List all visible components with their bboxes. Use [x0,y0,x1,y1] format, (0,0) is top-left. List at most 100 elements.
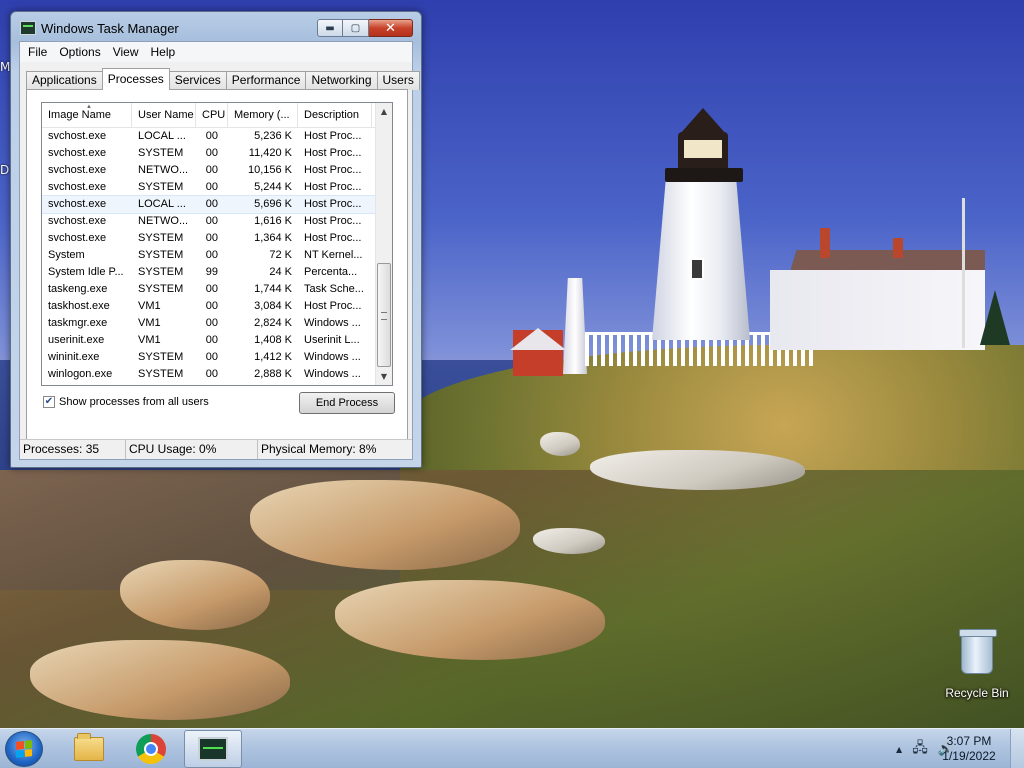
column-image-name[interactable]: ▲ Image Name [42,103,132,127]
menu-view[interactable]: View [107,45,145,59]
cell-user-name: SYSTEM [138,368,184,380]
column-cpu[interactable]: CPU [196,103,228,127]
cell-user-name: LOCAL ... [138,198,186,210]
table-row[interactable]: svchost.exe SYSTEM 00 5,244 K Host Proc... [42,179,392,196]
folder-icon [74,733,104,761]
show-all-users-checkbox[interactable]: ✔ [43,396,55,408]
start-button[interactable] [5,731,43,767]
cell-cpu: 00 [205,317,218,329]
show-hidden-icons-icon[interactable]: ▲ [896,745,902,754]
cell-cpu: 00 [205,181,218,193]
table-row[interactable]: svchost.exe LOCAL ... 00 5,236 K Host Proc..… [42,128,392,145]
cell-user-name: VM1 [138,334,161,346]
vertical-scrollbar[interactable]: ▲ ▼ [375,103,392,385]
recycle-bin-shortcut[interactable]: Recycle Bin [940,629,1014,702]
table-row[interactable]: svchost.exe SYSTEM 00 1,364 K Host Proc... [42,230,392,247]
tab-networking[interactable]: Networking [305,71,378,90]
tab-applications[interactable]: Applications [26,71,103,90]
tab-processes[interactable]: Processes [101,68,170,90]
cell-memory: 5,696 K [254,198,292,210]
table-row[interactable]: svchost.exe LOCAL ... 00 5,696 K Host Proc..… [42,195,392,214]
menu-bar: File Options View Help [20,42,412,62]
sort-ascending-icon: ▲ [86,104,92,110]
process-list-body: svchost.exe LOCAL ... 00 5,236 K Host Proc..… [42,128,392,383]
taskbar-chrome-button[interactable] [122,730,180,768]
cell-memory: 24 K [269,266,292,278]
table-row[interactable]: svchost.exe NETWO... 00 10,156 K Host Proc..… [42,162,392,179]
cell-user-name: NETWO... [138,164,189,176]
flag-quadrant [16,749,24,758]
close-button[interactable]: ✕ [369,19,413,37]
cell-memory: 5,244 K [254,181,292,193]
wallpaper-lighthouse-cap [680,108,726,134]
taskbar: ▲ 🖧 🔊 3:07 PM 1/19/2022 [0,728,1024,768]
network-icon[interactable]: 🖧 [912,737,928,761]
clock-date: 1/19/2022 [942,749,996,763]
cell-user-name: LOCAL ... [138,130,186,142]
table-row[interactable]: taskmgr.exe VM1 00 2,824 K Windows ... [42,315,392,332]
table-row[interactable]: wininit.exe SYSTEM 00 1,412 K Windows ... [42,349,392,366]
cell-description: Host Proc... [304,181,362,193]
recycle-bin-label: Recycle Bin [945,686,1009,700]
window-client-area: File Options View Help Applications Proc… [19,41,420,460]
cell-description: Windows ... [304,317,361,329]
cell-cpu: 00 [205,249,218,261]
scroll-down-icon[interactable]: ▼ [376,368,392,385]
cell-description: Host Proc... [304,215,362,227]
menu-help[interactable]: Help [145,45,182,59]
column-description[interactable]: Description [298,103,372,127]
table-row[interactable]: winlogon.exe SYSTEM 00 2,888 K Windows ... [42,366,392,383]
cell-image-name: svchost.exe [48,198,107,210]
cell-image-name: svchost.exe [48,147,107,159]
end-process-button[interactable]: End Process [299,392,395,414]
process-list[interactable]: ▲ Image Name User Name CPU Memory (... D… [41,102,393,386]
cell-image-name: taskeng.exe [48,283,108,295]
maximize-button[interactable]: ▢ [343,19,369,37]
wallpaper-chimney [820,228,830,258]
table-row[interactable]: userinit.exe VM1 00 1,408 K Userinit L... [42,332,392,349]
scroll-up-icon[interactable]: ▲ [376,103,392,120]
table-row[interactable]: svchost.exe NETWO... 00 1,616 K Host Proc... [42,213,392,230]
minimize-button[interactable]: ▬ [317,19,343,37]
taskbar-clock[interactable]: 3:07 PM 1/19/2022 [938,734,1000,764]
desktop-icon-label-clipped[interactable]: D [0,163,10,177]
table-row[interactable]: taskeng.exe SYSTEM 00 1,744 K Task Sche... [42,281,392,298]
show-desktop-button[interactable] [1010,729,1024,768]
table-row[interactable]: System Idle P... SYSTEM 99 24 K Percenta... [42,264,392,281]
taskbar-explorer-button[interactable] [60,730,118,768]
table-row[interactable]: System SYSTEM 00 72 K NT Kernel... [42,247,392,264]
tab-users[interactable]: Users [376,71,420,90]
cell-description: Userinit L... [304,334,360,346]
cell-user-name: SYSTEM [138,147,184,159]
title-bar[interactable]: Windows Task Manager ▬ ▢ ✕ [11,12,421,42]
show-all-users-option[interactable]: ✔ Show processes from all users [43,396,209,408]
cell-description: Host Proc... [304,300,362,312]
table-row[interactable]: svchost.exe SYSTEM 00 11,420 K Host Proc... [42,145,392,162]
cell-cpu: 99 [205,266,218,278]
show-all-users-label: Show processes from all users [59,396,209,408]
cell-cpu: 00 [205,283,218,295]
wallpaper-rock [540,432,580,456]
cell-user-name: SYSTEM [138,232,184,244]
task-manager-icon[interactable] [20,21,36,35]
caption-buttons: ▬ ▢ ✕ [317,19,413,37]
task-manager-window[interactable]: Windows Task Manager ▬ ▢ ✕ File Options … [10,11,422,468]
tab-performance[interactable]: Performance [225,71,307,90]
table-row[interactable]: taskhost.exe VM1 00 3,084 K Host Proc... [42,298,392,315]
scroll-thumb[interactable] [377,263,391,367]
chrome-icon [136,734,166,764]
tab-services[interactable]: Services [168,71,227,90]
menu-file[interactable]: File [22,45,53,59]
cell-image-name: svchost.exe [48,164,107,176]
recycle-bin-icon [959,629,997,674]
cell-description: Percenta... [304,266,358,278]
cell-image-name: svchost.exe [48,215,107,227]
column-memory[interactable]: Memory (... [228,103,298,127]
column-user-name[interactable]: User Name [132,103,196,127]
status-physical-memory: Physical Memory: 8% [261,442,377,456]
taskbar-task-manager-button[interactable] [184,730,242,768]
menu-options[interactable]: Options [53,45,106,59]
wallpaper-chimney [893,238,903,258]
desktop-icon-label-clipped[interactable]: M [0,60,10,74]
cell-user-name: SYSTEM [138,181,184,193]
